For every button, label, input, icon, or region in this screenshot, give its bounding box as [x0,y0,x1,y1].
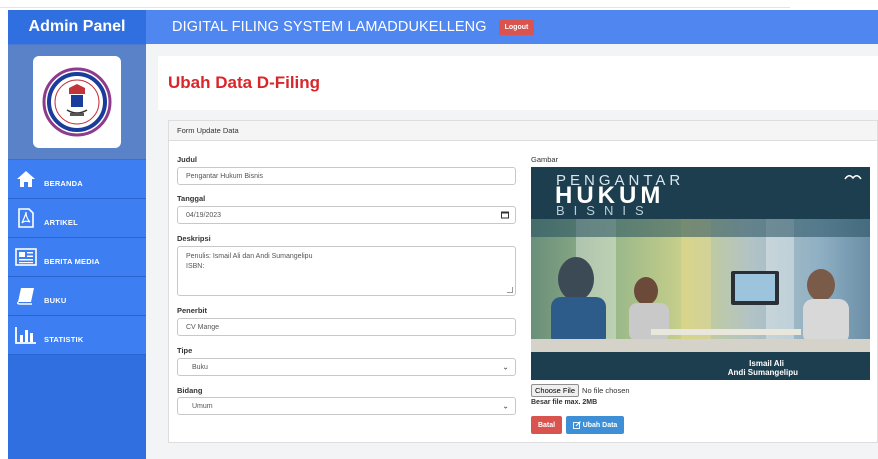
cover-title-line3: BISNIS [556,203,653,218]
bidang-value: Umum [192,402,213,410]
main-content: Ubah Data D-Filing Form Update Data Judu… [146,44,878,459]
page-title: Ubah Data D-Filing [168,73,321,92]
deskripsi-value: Penulis: Ismail Ali dan Andi Sumangelipu… [186,253,313,270]
sidebar-item-label: BUKU [44,295,67,305]
penerbit-input[interactable]: CV Mange [177,318,516,336]
card-title: Form Update Data [169,121,877,141]
cover-image: PENGANTAR HUKUM BISNIS Ismail Ali Andi S… [531,167,870,380]
deskripsi-textarea[interactable]: Penulis: Ismail Ali dan Andi Sumangelipu… [177,246,516,296]
tipe-value: Buku [192,363,208,371]
cover-author-1: Ismail Ali [749,359,784,368]
edit-icon [572,421,581,429]
file-upload: Choose File No file chosen [531,384,630,397]
penerbit-value: CV Mange [186,323,220,331]
resize-handle-icon[interactable] [507,287,513,293]
top-header: DIGITAL FILING SYSTEM LAMADDUKELLENG Log… [146,10,878,44]
cancel-button[interactable]: Batal [531,416,562,434]
logo-card [33,56,121,148]
page-header: Ubah Data D-Filing [158,56,878,110]
book-icon [14,285,38,307]
choose-file-button[interactable]: Choose File [531,384,580,397]
sidebar: Admin Panel BERANDA ARTIKEL BERITA MEDIA… [8,10,146,459]
sidebar-nav: BERANDA ARTIKEL BERITA MEDIA BUKU STATIS… [8,160,146,355]
bidang-label: Bidang [177,386,203,395]
sidebar-title: Admin Panel [28,18,126,35]
sidebar-item-label: ARTIKEL [44,217,78,227]
judul-label: Judul [177,155,197,164]
logo-area [8,44,146,159]
tanggal-label: Tanggal [177,194,206,203]
file-size-note: Besar file max. 2MB [531,399,598,406]
sidebar-item-berita-media[interactable]: BERITA MEDIA [8,238,146,277]
institution-logo-icon [42,67,112,137]
cover-photo [531,219,870,359]
pdf-icon [14,207,38,229]
sidebar-item-label: BERITA MEDIA [44,256,100,266]
tipe-label: Tipe [177,346,193,355]
update-data-button[interactable]: Ubah Data [566,416,624,434]
newspaper-icon [14,246,38,268]
cover-author-band [531,352,870,380]
top-strip [0,0,878,10]
deskripsi-label: Deskripsi [177,234,211,243]
judul-input[interactable]: Pengantar Hukum Bisnis [177,167,516,185]
cover-author-2: Andi Sumangelipu [727,368,798,377]
tipe-select[interactable]: Buku ⌄ [177,358,516,376]
tanggal-input[interactable]: 04/19/2023 [177,206,516,224]
sidebar-item-artikel[interactable]: ARTIKEL [8,199,146,238]
chevron-down-icon: ⌄ [502,401,509,411]
bar-chart-icon [14,324,38,346]
sidebar-item-statistik[interactable]: STATISTIK [8,316,146,355]
bidang-select[interactable]: Umum ⌄ [177,397,516,415]
home-icon [14,168,38,190]
tanggal-value: 04/19/2023 [186,211,222,219]
update-data-label: Ubah Data [582,421,618,429]
logout-button[interactable]: Logout [498,19,535,35]
file-status: No file chosen [582,386,630,395]
publisher-logo-icon [844,175,862,180]
chevron-down-icon: ⌄ [502,362,509,372]
form-card: Form Update Data Judul Pengantar Hukum B… [168,120,878,443]
penerbit-label: Penerbit [177,306,208,315]
sidebar-item-beranda[interactable]: BERANDA [8,160,146,199]
sidebar-filler [8,356,146,459]
calendar-icon[interactable] [501,211,509,219]
app-title: DIGITAL FILING SYSTEM LAMADDUKELLENG [172,19,487,35]
judul-value: Pengantar Hukum Bisnis [186,172,264,180]
gambar-label: Gambar [531,155,559,164]
sidebar-item-buku[interactable]: BUKU [8,277,146,316]
sidebar-item-label: STATISTIK [44,334,84,344]
top-divider [0,7,790,8]
sidebar-item-label: BERANDA [44,178,83,188]
